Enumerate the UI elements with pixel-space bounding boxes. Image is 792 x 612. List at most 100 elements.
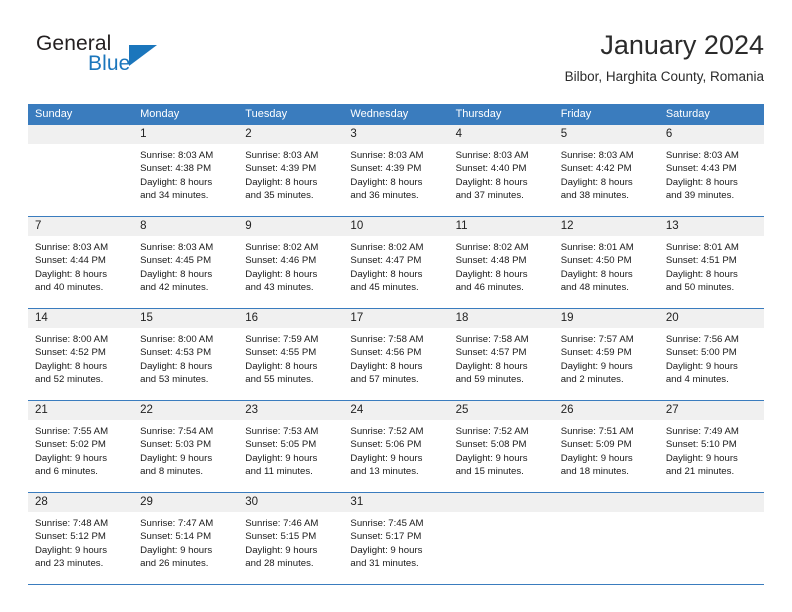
day-detail-line: Sunset: 4:59 PM <box>560 347 632 359</box>
day-cell[interactable]: 26 Sunrise: 7:51 AM Sunset: 5:09 PM Dayligh… <box>553 401 659 492</box>
day-cell[interactable]: 3 Sunrise: 8:03 AM Sunset: 4:39 PM Daylight… <box>343 125 449 216</box>
day-detail-line: Sunrise: 7:57 AM <box>560 334 634 345</box>
day-detail-line: and 53 minutes. <box>140 374 209 386</box>
day-cell[interactable]: 12 Sunrise: 8:01 AM Sunset: 4:50 PM Dayligh… <box>553 217 659 308</box>
day-detail-line: Daylight: 9 hours <box>350 544 423 556</box>
day-number-band: 14 <box>28 309 134 328</box>
day-cell[interactable]: 18 Sunrise: 7:58 AM Sunset: 4:57 PM Dayligh… <box>448 309 554 400</box>
day-number-band: 3 <box>343 125 449 144</box>
day-cell[interactable]: 17 Sunrise: 7:58 AM Sunset: 4:56 PM Dayligh… <box>343 309 449 400</box>
day-detail-line: Sunrise: 8:03 AM <box>665 150 739 161</box>
day-detail-line: and 43 minutes. <box>245 282 314 294</box>
day-number: 15 <box>140 312 153 324</box>
day-detail-line: Sunrise: 7:58 AM <box>455 334 529 345</box>
day-cell[interactable]: 28 Sunrise: 7:48 AM Sunset: 5:12 PM Dayligh… <box>28 493 134 584</box>
day-cell-body: Sunrise: 8:03 AM Sunset: 4:39 PM Daylight:… <box>343 144 448 203</box>
day-number-band: 18 <box>448 309 554 328</box>
day-cell[interactable]: 1 Sunrise: 8:03 AM Sunset: 4:38 PM Daylight… <box>133 125 239 216</box>
day-cell-body: Sunrise: 7:52 AM Sunset: 5:06 PM Daylight:… <box>343 420 448 479</box>
day-number-band: 7 <box>28 217 134 236</box>
day-detail-line: and 37 minutes. <box>455 190 524 202</box>
day-detail-line: Sunset: 5:09 PM <box>560 439 632 451</box>
logo-text-blue: Blue <box>88 52 131 75</box>
day-cell[interactable]: 19 Sunrise: 7:57 AM Sunset: 4:59 PM Dayligh… <box>553 309 659 400</box>
day-detail-line: Daylight: 8 hours <box>245 176 318 188</box>
day-detail-line: Sunset: 4:44 PM <box>35 255 106 267</box>
day-cell[interactable]: 24 Sunrise: 7:52 AM Sunset: 5:06 PM Dayligh… <box>343 401 449 492</box>
day-detail-line: Sunrise: 7:58 AM <box>350 334 424 345</box>
calendar-week-row: 14 Sunrise: 8:00 AM Sunset: 4:52 PM Dayligh… <box>28 309 764 401</box>
day-cell[interactable]: 30 Sunrise: 7:46 AM Sunset: 5:15 PM Dayligh… <box>238 493 344 584</box>
day-number: 20 <box>665 312 679 324</box>
day-detail-line: Sunrise: 7:56 AM <box>665 334 739 345</box>
day-cell[interactable]: 13 Sunrise: 8:01 AM Sunset: 4:51 PM Dayligh… <box>658 217 764 308</box>
day-detail-line: Sunrise: 8:02 AM <box>455 242 529 253</box>
day-cell[interactable]: 14 Sunrise: 8:00 AM Sunset: 4:52 PM Dayligh… <box>28 309 134 400</box>
day-detail-line: Sunset: 4:48 PM <box>455 255 527 267</box>
day-cell[interactable]: 6 Sunrise: 8:03 AM Sunset: 4:43 PM Daylight… <box>658 125 764 216</box>
day-number: 26 <box>560 404 574 416</box>
day-number: 25 <box>455 404 469 416</box>
day-detail-line: Daylight: 9 hours <box>665 452 738 464</box>
day-detail-line: and 34 minutes. <box>140 190 209 202</box>
general-blue-logo[interactable]: General Blue <box>28 32 248 88</box>
day-detail-line: Daylight: 8 hours <box>140 360 213 372</box>
day-number-band: 28 <box>28 493 134 512</box>
day-number: 5 <box>560 128 568 140</box>
weekday-header-saturday: Saturday <box>665 108 710 120</box>
day-detail-line: and 59 minutes. <box>455 374 524 386</box>
day-detail-line: Sunset: 4:40 PM <box>455 163 527 175</box>
day-cell[interactable]: 2 Sunrise: 8:03 AM Sunset: 4:39 PM Daylight… <box>238 125 344 216</box>
day-cell[interactable]: 27 Sunrise: 7:49 AM Sunset: 5:10 PM Dayligh… <box>658 401 764 492</box>
day-number-band: 25 <box>448 401 554 420</box>
day-cell[interactable]: 22 Sunrise: 7:54 AM Sunset: 5:03 PM Dayligh… <box>133 401 239 492</box>
day-number: 24 <box>350 404 364 416</box>
day-number-band: 8 <box>133 217 239 236</box>
day-number-band: 15 <box>133 309 239 328</box>
day-detail-line: Sunrise: 8:03 AM <box>245 150 319 161</box>
day-cell-body: Sunrise: 8:03 AM Sunset: 4:44 PM Daylight:… <box>28 236 133 295</box>
day-cell-body: Sunrise: 8:03 AM Sunset: 4:43 PM Daylight:… <box>659 144 764 203</box>
day-number: 3 <box>350 128 357 140</box>
day-cell[interactable]: 23 Sunrise: 7:53 AM Sunset: 5:05 PM Dayligh… <box>238 401 344 492</box>
day-cell[interactable]: 25 Sunrise: 7:52 AM Sunset: 5:08 PM Dayligh… <box>448 401 554 492</box>
day-detail-line: Sunset: 5:15 PM <box>245 531 317 543</box>
day-detail-line: Sunset: 4:50 PM <box>560 255 632 267</box>
day-number-band: 17 <box>343 309 449 328</box>
day-cell[interactable]: 31 Sunrise: 7:45 AM Sunset: 5:17 PM Dayligh… <box>343 493 449 584</box>
day-number: 16 <box>245 312 259 324</box>
day-detail-line: and 18 minutes. <box>560 466 629 478</box>
day-cell[interactable]: 5 Sunrise: 8:03 AM Sunset: 4:42 PM Daylight… <box>553 125 659 216</box>
day-cell[interactable]: 11 Sunrise: 8:02 AM Sunset: 4:48 PM Dayligh… <box>448 217 554 308</box>
day-detail-line: Daylight: 9 hours <box>245 452 318 464</box>
day-detail-line: and 42 minutes. <box>140 282 209 294</box>
day-cell[interactable]: 15 Sunrise: 8:00 AM Sunset: 4:53 PM Dayligh… <box>133 309 239 400</box>
day-detail-line: Daylight: 9 hours <box>140 544 213 556</box>
day-number-band <box>28 125 134 144</box>
day-detail-line: Daylight: 9 hours <box>245 544 318 556</box>
day-cell[interactable]: 4 Sunrise: 8:03 AM Sunset: 4:40 PM Daylight… <box>448 125 554 216</box>
day-detail-line: Daylight: 8 hours <box>35 268 107 280</box>
day-cell[interactable]: 10 Sunrise: 8:02 AM Sunset: 4:47 PM Dayligh… <box>343 217 449 308</box>
day-detail-line: and 52 minutes. <box>35 374 104 386</box>
day-cell-body: Sunrise: 8:00 AM Sunset: 4:52 PM Daylight:… <box>28 328 133 387</box>
day-detail-line: Sunrise: 7:46 AM <box>245 518 319 529</box>
day-cell-body <box>554 512 659 517</box>
day-detail-line: Sunrise: 7:49 AM <box>665 426 739 437</box>
day-detail-line: Daylight: 8 hours <box>665 268 738 280</box>
day-cell[interactable]: 20 Sunrise: 7:56 AM Sunset: 5:00 PM Dayligh… <box>658 309 764 400</box>
day-detail-line: Daylight: 8 hours <box>665 176 738 188</box>
day-cell[interactable]: 21 Sunrise: 7:55 AM Sunset: 5:02 PM Dayligh… <box>28 401 134 492</box>
day-number: 7 <box>35 220 42 232</box>
day-detail-line: Sunrise: 8:01 AM <box>665 242 739 253</box>
day-cell[interactable]: 9 Sunrise: 8:02 AM Sunset: 4:46 PM Daylight… <box>238 217 344 308</box>
day-cell[interactable]: 16 Sunrise: 7:59 AM Sunset: 4:55 PM Dayligh… <box>238 309 344 400</box>
day-detail-line: Sunrise: 7:55 AM <box>35 426 109 437</box>
day-cell[interactable]: 8 Sunrise: 8:03 AM Sunset: 4:45 PM Daylight… <box>133 217 239 308</box>
day-cell[interactable]: 29 Sunrise: 7:47 AM Sunset: 5:14 PM Dayligh… <box>133 493 239 584</box>
day-number-band: 19 <box>553 309 659 328</box>
day-cell[interactable]: 7 Sunrise: 8:03 AM Sunset: 4:44 PM Daylight… <box>28 217 134 308</box>
day-detail-line: Sunset: 4:53 PM <box>140 347 212 359</box>
day-cell-empty <box>658 493 764 584</box>
day-number-band: 22 <box>133 401 239 420</box>
